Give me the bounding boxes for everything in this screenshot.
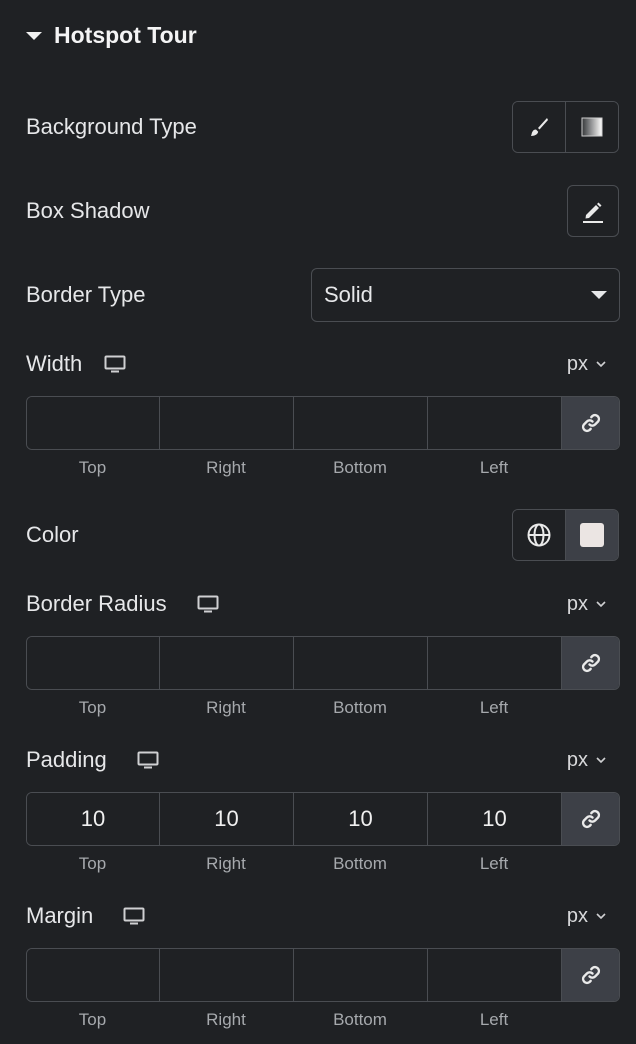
margin-unit-select[interactable]: px xyxy=(567,899,606,933)
section-title: Hotspot Tour xyxy=(54,21,197,48)
color-picker-button[interactable] xyxy=(565,510,618,560)
section-toggle[interactable]: Hotspot Tour xyxy=(26,18,197,52)
width-right-input[interactable] xyxy=(160,397,294,449)
padding-dimensions: 10 10 10 10 xyxy=(26,792,620,846)
color-controls xyxy=(512,509,619,561)
padding-label: Padding xyxy=(26,743,159,777)
padding-top-input[interactable]: 10 xyxy=(27,793,160,845)
color-swatch xyxy=(580,523,604,547)
width-unit-select[interactable]: px xyxy=(567,347,606,381)
width-top-input[interactable] xyxy=(27,397,160,449)
margin-link-button[interactable] xyxy=(562,949,619,1001)
link-icon xyxy=(581,413,600,433)
padding-bottom-input[interactable]: 10 xyxy=(294,793,428,845)
margin-dimensions xyxy=(26,948,620,1002)
desktop-icon[interactable] xyxy=(123,907,145,925)
box-shadow-edit-button[interactable] xyxy=(567,185,619,237)
border-radius-link-button[interactable] xyxy=(562,637,619,689)
width-left-input[interactable] xyxy=(428,397,562,449)
padding-right-input[interactable]: 10 xyxy=(160,793,294,845)
chevron-down-icon xyxy=(596,757,606,764)
chevron-down-icon xyxy=(596,361,606,368)
border-radius-dimensions xyxy=(26,636,620,690)
border-radius-left-input[interactable] xyxy=(428,637,562,689)
link-icon xyxy=(581,809,600,829)
chevron-down-icon xyxy=(596,913,606,920)
background-type-group xyxy=(512,101,619,153)
dropdown-arrow-icon xyxy=(591,291,607,299)
border-type-select[interactable]: Solid xyxy=(311,268,620,322)
margin-right-input[interactable] xyxy=(160,949,294,1001)
border-type-value: Solid xyxy=(324,282,373,307)
globe-icon xyxy=(527,523,551,547)
border-radius-top-input[interactable] xyxy=(27,637,160,689)
border-radius-bottom-input[interactable] xyxy=(294,637,428,689)
desktop-icon[interactable] xyxy=(137,751,159,769)
border-radius-unit-select[interactable]: px xyxy=(567,587,606,621)
margin-top-input[interactable] xyxy=(27,949,160,1001)
padding-side-labels: Top Right Bottom Left xyxy=(78,854,509,873)
border-type-label: Border Type xyxy=(26,282,146,307)
margin-side-labels: Top Right Bottom Left xyxy=(78,1010,509,1029)
border-radius-right-input[interactable] xyxy=(160,637,294,689)
padding-left-input[interactable]: 10 xyxy=(428,793,562,845)
padding-link-button[interactable] xyxy=(562,793,619,845)
box-shadow-label: Box Shadow xyxy=(26,198,150,223)
width-bottom-input[interactable] xyxy=(294,397,428,449)
margin-left-input[interactable] xyxy=(428,949,562,1001)
background-classic-button[interactable] xyxy=(513,102,565,152)
link-icon xyxy=(581,653,600,673)
border-radius-side-labels: Top Right Bottom Left xyxy=(78,698,509,717)
width-label: Width xyxy=(26,347,126,381)
padding-unit-select[interactable]: px xyxy=(567,743,606,777)
global-colors-button[interactable] xyxy=(513,510,565,560)
chevron-down-icon xyxy=(596,601,606,608)
background-gradient-button[interactable] xyxy=(565,102,618,152)
link-icon xyxy=(581,965,600,985)
desktop-icon[interactable] xyxy=(104,355,126,373)
brush-icon xyxy=(531,118,548,136)
desktop-icon[interactable] xyxy=(197,595,219,613)
margin-bottom-input[interactable] xyxy=(294,949,428,1001)
background-type-label: Background Type xyxy=(26,114,197,139)
pencil-icon xyxy=(583,202,603,223)
gradient-icon xyxy=(581,117,603,137)
caret-down-icon xyxy=(26,32,42,40)
border-radius-label: Border Radius xyxy=(26,587,219,621)
width-link-button[interactable] xyxy=(562,397,619,449)
width-dimensions xyxy=(26,396,620,450)
width-side-labels: Top Right Bottom Left xyxy=(78,458,509,477)
color-label: Color xyxy=(26,522,79,547)
margin-label: Margin xyxy=(26,899,145,933)
